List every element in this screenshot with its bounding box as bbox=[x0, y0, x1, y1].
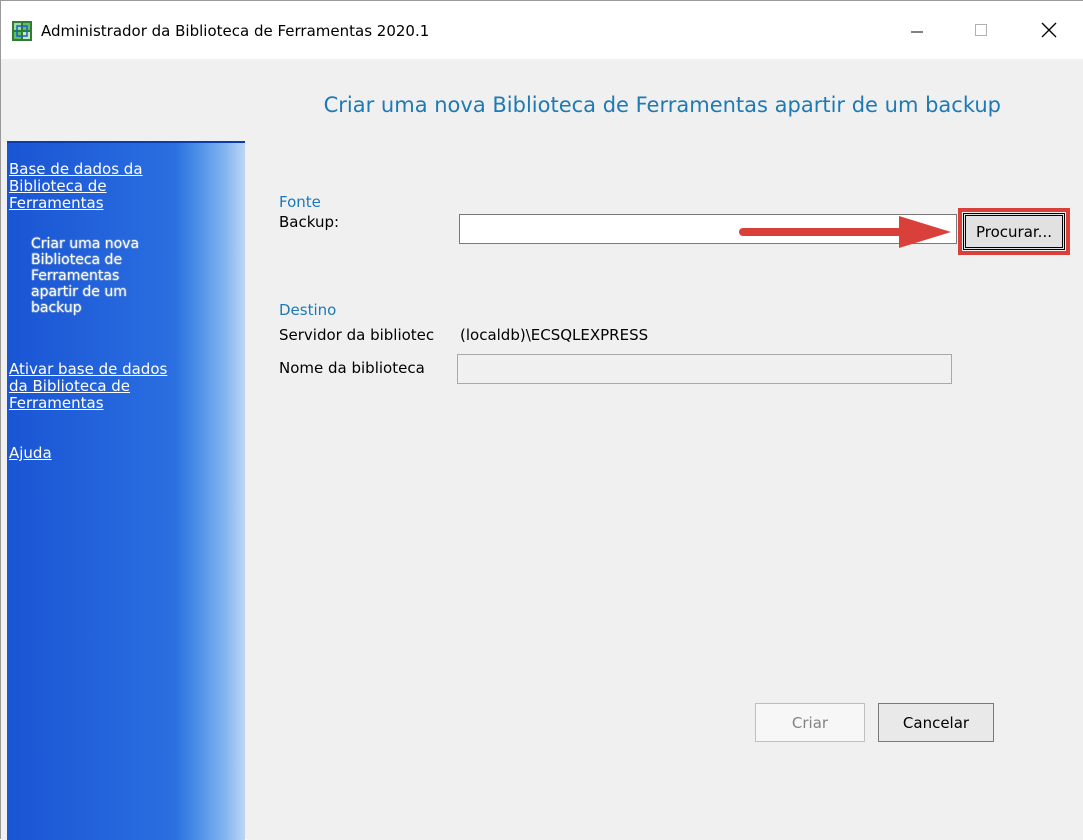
source-heading: Fonte bbox=[279, 193, 321, 211]
sidebar-link-activate[interactable]: Ativar base de dados da Biblioteca de Fe… bbox=[9, 361, 167, 412]
sidebar-sub-text: Biblioteca de bbox=[31, 252, 123, 268]
minimize-icon bbox=[911, 31, 923, 33]
page-title: Criar uma nova Biblioteca de Ferramentas… bbox=[323, 93, 1001, 117]
app-window: Administrador da Biblioteca de Ferrament… bbox=[0, 0, 1083, 840]
arrow-right-icon bbox=[739, 216, 951, 248]
server-label: Servidor da bibliotec bbox=[279, 326, 435, 344]
sidebar-link-text: Ferramentas bbox=[9, 394, 104, 412]
sidebar-sub-text: apartir de um bbox=[31, 284, 127, 300]
sidebar-sub-text: Criar uma nova bbox=[31, 236, 140, 252]
sidebar-sub-text: backup bbox=[31, 300, 82, 316]
title-bar[interactable]: Administrador da Biblioteca de Ferrament… bbox=[1, 1, 1083, 59]
sidebar-link-database[interactable]: Base de dados da Biblioteca de Ferrament… bbox=[9, 161, 143, 212]
app-icon bbox=[12, 21, 32, 41]
cancel-button[interactable]: Cancelar bbox=[878, 703, 994, 742]
server-value: (localdb)\ECSQLEXPRESS bbox=[459, 326, 649, 344]
page-header: Criar uma nova Biblioteca de Ferramentas… bbox=[1, 59, 1083, 141]
library-name-label: Nome da biblioteca bbox=[279, 359, 425, 377]
create-button[interactable]: Criar bbox=[755, 703, 865, 742]
close-icon bbox=[1041, 22, 1057, 38]
maximize-button[interactable] bbox=[951, 1, 1011, 59]
sidebar: Base de dados da Biblioteca de Ferrament… bbox=[7, 141, 245, 840]
destination-heading: Destino bbox=[279, 301, 337, 319]
sidebar-link-text: Biblioteca de bbox=[9, 177, 107, 195]
sidebar-link-text: Ferramentas bbox=[9, 194, 104, 212]
sidebar-link-text: Ativar base de dados bbox=[9, 360, 168, 378]
sidebar-current-item: Criar uma nova Biblioteca de Ferramentas… bbox=[31, 236, 139, 316]
sidebar-link-text: Base de dados da bbox=[9, 160, 143, 178]
annotation-highlight-box bbox=[958, 208, 1070, 255]
maximize-icon bbox=[975, 24, 987, 36]
sidebar-link-text: da Biblioteca de bbox=[9, 377, 131, 395]
close-button[interactable] bbox=[1019, 1, 1079, 59]
backup-label: Backup: bbox=[279, 213, 340, 231]
minimize-button[interactable] bbox=[887, 1, 947, 59]
library-name-input bbox=[457, 354, 952, 384]
sidebar-sub-text: Ferramentas bbox=[31, 268, 120, 284]
window-title: Administrador da Biblioteca de Ferrament… bbox=[41, 22, 430, 40]
sidebar-link-help[interactable]: Ajuda bbox=[9, 445, 52, 462]
